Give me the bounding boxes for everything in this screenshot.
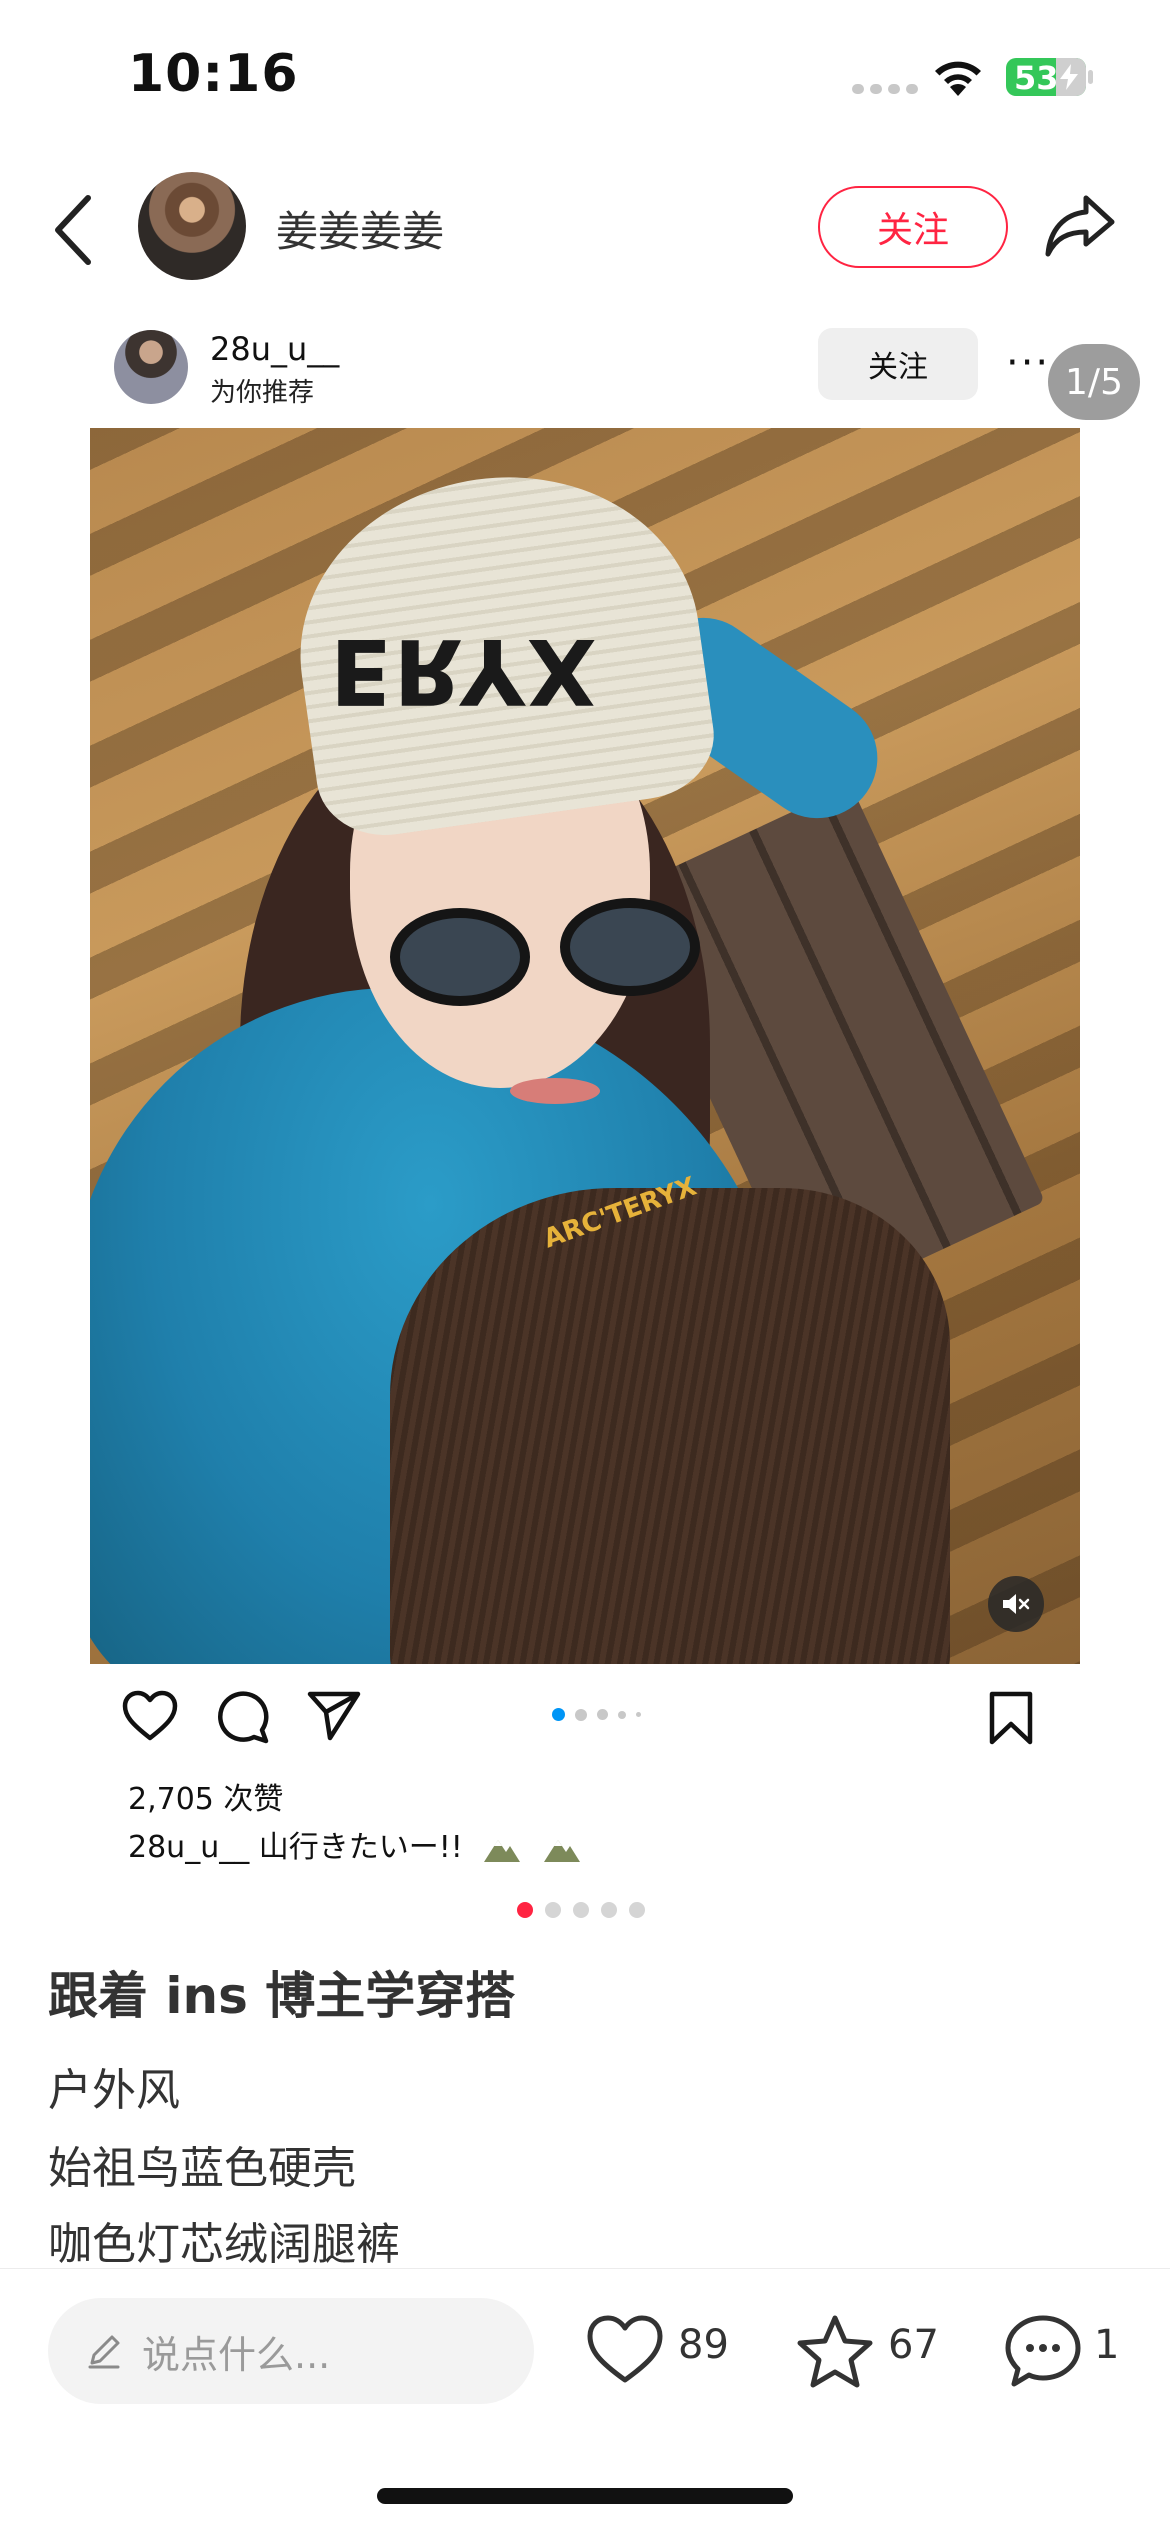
charging-bolt-icon <box>1060 64 1078 90</box>
wifi-icon <box>935 61 981 96</box>
photo-carousel-indicator <box>552 1708 641 1721</box>
battery-level: 53 <box>1014 59 1059 96</box>
comment-icon[interactable] <box>214 1690 270 1744</box>
heart-icon[interactable] <box>122 1690 178 1742</box>
post-user-avatar[interactable] <box>114 330 188 404</box>
like-count: 89 <box>678 2322 729 2368</box>
beanie-print: ERYX <box>330 618 599 723</box>
heart-icon[interactable] <box>586 2314 664 2386</box>
note-title: 跟着 ins 博主学穿搭 <box>48 1967 516 2025</box>
battery-cap <box>1088 70 1093 84</box>
mute-icon[interactable] <box>988 1576 1044 1632</box>
post-subtitle: 为你推荐 <box>210 378 315 408</box>
bottom-divider <box>0 2268 1170 2269</box>
comment-count: 1 <box>1094 2322 1120 2368</box>
collect-count: 67 <box>888 2322 939 2368</box>
caption-text: 山行きたいー!! <box>258 1830 463 1865</box>
post-caption: 28u_u__ 山行きたいー!! <box>128 1822 582 1866</box>
bookmark-icon[interactable] <box>988 1690 1034 1746</box>
more-options-icon[interactable]: ··· <box>1006 340 1050 386</box>
note-carousel-indicator <box>517 1902 645 1918</box>
note-line: 咖色灯芯绒阔腿裤 <box>48 2219 400 2270</box>
pencil-icon <box>88 2335 120 2369</box>
battery-icon: 53 <box>1006 58 1086 96</box>
mountain-icon <box>543 1839 580 1862</box>
author-name[interactable]: 姜姜姜姜 <box>276 198 444 259</box>
comment-placeholder: 说点什么... <box>142 2332 331 2377</box>
caption-username: 28u_u__ <box>128 1830 250 1865</box>
post-photo[interactable]: ERYX ARC'TERYX <box>90 428 1080 1664</box>
cellular-signal-icon <box>852 84 918 94</box>
status-time: 10:16 <box>128 44 299 104</box>
follow-button[interactable]: 关注 <box>818 186 1008 268</box>
note-line: 户外风 <box>48 2065 180 2116</box>
author-avatar[interactable] <box>138 172 246 280</box>
chevron-left-icon[interactable] <box>48 192 100 268</box>
send-icon[interactable] <box>306 1690 362 1742</box>
post-username[interactable]: 28u_u__ <box>210 330 339 368</box>
comment-input[interactable]: 说点什么... <box>48 2298 534 2404</box>
star-icon[interactable] <box>796 2314 874 2390</box>
post-like-count: 2,705 次赞 <box>128 1782 284 1817</box>
note-line: 始祖鸟蓝色硬壳 <box>48 2143 356 2194</box>
mountain-icon <box>484 1839 521 1862</box>
home-indicator[interactable] <box>377 2488 793 2504</box>
chat-bubble-icon[interactable] <box>1004 2314 1082 2390</box>
post-follow-button[interactable]: 关注 <box>818 328 978 400</box>
share-icon[interactable] <box>1044 192 1116 260</box>
image-page-counter: 1/5 <box>1048 344 1140 420</box>
